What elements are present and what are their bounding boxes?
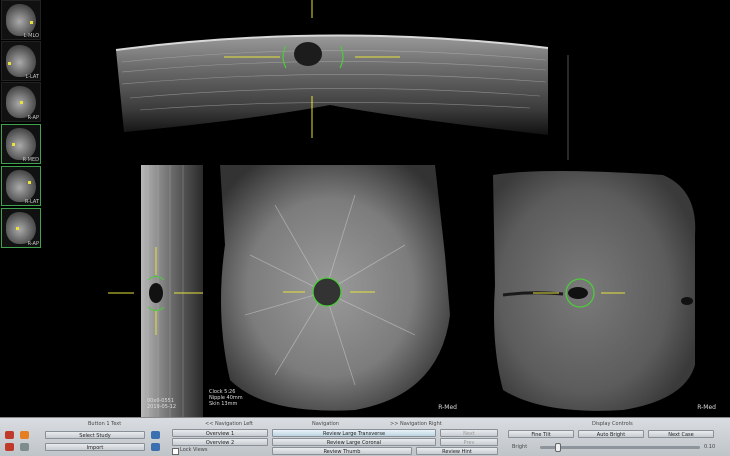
review-large-coronal-button[interactable]: Review Large Coronal xyxy=(272,438,436,446)
thumbnail-2[interactable]: L-LAT xyxy=(1,41,41,81)
prev-button[interactable]: Prev xyxy=(440,438,498,446)
thumbnail-6[interactable]: R-AP xyxy=(1,208,41,248)
case-info: Clock 5:26 Nipple 40mm Skin 13mm xyxy=(209,389,243,407)
fine-tilt-button[interactable]: Fine Tilt xyxy=(508,430,574,438)
display-controls-header: Display Controls xyxy=(592,421,633,427)
bottom-toolbar: Button 1 Text Select Study Import << Nav… xyxy=(0,417,730,456)
info-line-skin: Skin 13mm xyxy=(209,401,238,407)
auto-bright-button[interactable]: Auto Bright xyxy=(578,430,644,438)
lock-views-label: Lock Views xyxy=(180,447,208,453)
axial-view[interactable]: R-Med xyxy=(463,165,730,417)
thumbnail-4-selected[interactable]: R-MED xyxy=(1,124,41,164)
slider-thumb[interactable] xyxy=(555,443,562,452)
save-icon[interactable] xyxy=(20,431,29,439)
select-study-button[interactable]: Select Study xyxy=(45,431,145,439)
thumbnail-label: L-MLO xyxy=(23,33,39,39)
thumbnail-1[interactable]: L-MLO xyxy=(1,0,41,40)
left-header: Button 1 Text xyxy=(88,421,122,427)
slider-label: Bright xyxy=(512,444,528,450)
thumbnail-strip: L-MLO L-LAT R-AP R-MED R-LAT R-AP xyxy=(0,0,42,255)
thumbnail-label: R-AP xyxy=(27,115,39,121)
thumbnail-label: R-AP xyxy=(27,241,39,247)
overview1-button[interactable]: Overview 1 xyxy=(172,429,268,437)
coronal-view[interactable]: Clock 5:26 Nipple 40mm Skin 13mm R-Med xyxy=(205,165,463,417)
review-hint-button[interactable]: Review Hint xyxy=(416,447,498,455)
coronal-view-label: R-Med xyxy=(438,404,457,411)
bright-slider[interactable] xyxy=(540,443,700,452)
thumbnail-label: R-MED xyxy=(22,157,39,163)
next-case-button[interactable]: Next Case xyxy=(648,430,714,438)
thumbnail-label: L-LAT xyxy=(25,74,40,80)
transverse-view[interactable] xyxy=(100,0,580,165)
print-icon[interactable] xyxy=(5,443,14,451)
thumbnail-label: R-LAT xyxy=(24,199,39,205)
thumbnail-5[interactable]: R-LAT xyxy=(1,166,41,206)
axial-image xyxy=(493,171,696,411)
import-button[interactable]: Import xyxy=(45,443,145,451)
refresh-icon[interactable] xyxy=(151,431,160,439)
nav-right-header: >> Navigation Right xyxy=(390,421,442,427)
export-icon[interactable] xyxy=(20,443,29,451)
next-button[interactable]: Next xyxy=(440,429,498,437)
slider-value: 0.10 xyxy=(704,444,716,450)
review-thumb-button[interactable]: Review Thumb xyxy=(272,447,412,455)
settings-icon[interactable] xyxy=(151,443,160,451)
nav-header: Navigation xyxy=(312,421,339,427)
axial-view-label: R-Med xyxy=(697,404,716,411)
help-icon[interactable] xyxy=(5,431,14,439)
sagittal-view[interactable] xyxy=(108,165,218,417)
review-large-transverse-button[interactable]: Review Large Transverse xyxy=(272,429,436,437)
nav-left-header: << Navigation Left xyxy=(205,421,253,427)
study-info: 00x0-0551 2019-05-12 xyxy=(147,398,176,410)
lock-views-checkbox[interactable] xyxy=(172,448,179,455)
study-date: 2019-05-12 xyxy=(147,404,177,410)
thumbnail-3[interactable]: R-AP xyxy=(1,82,41,122)
overview2-button[interactable]: Overview 2 xyxy=(172,438,268,446)
coronal-image xyxy=(220,165,450,411)
